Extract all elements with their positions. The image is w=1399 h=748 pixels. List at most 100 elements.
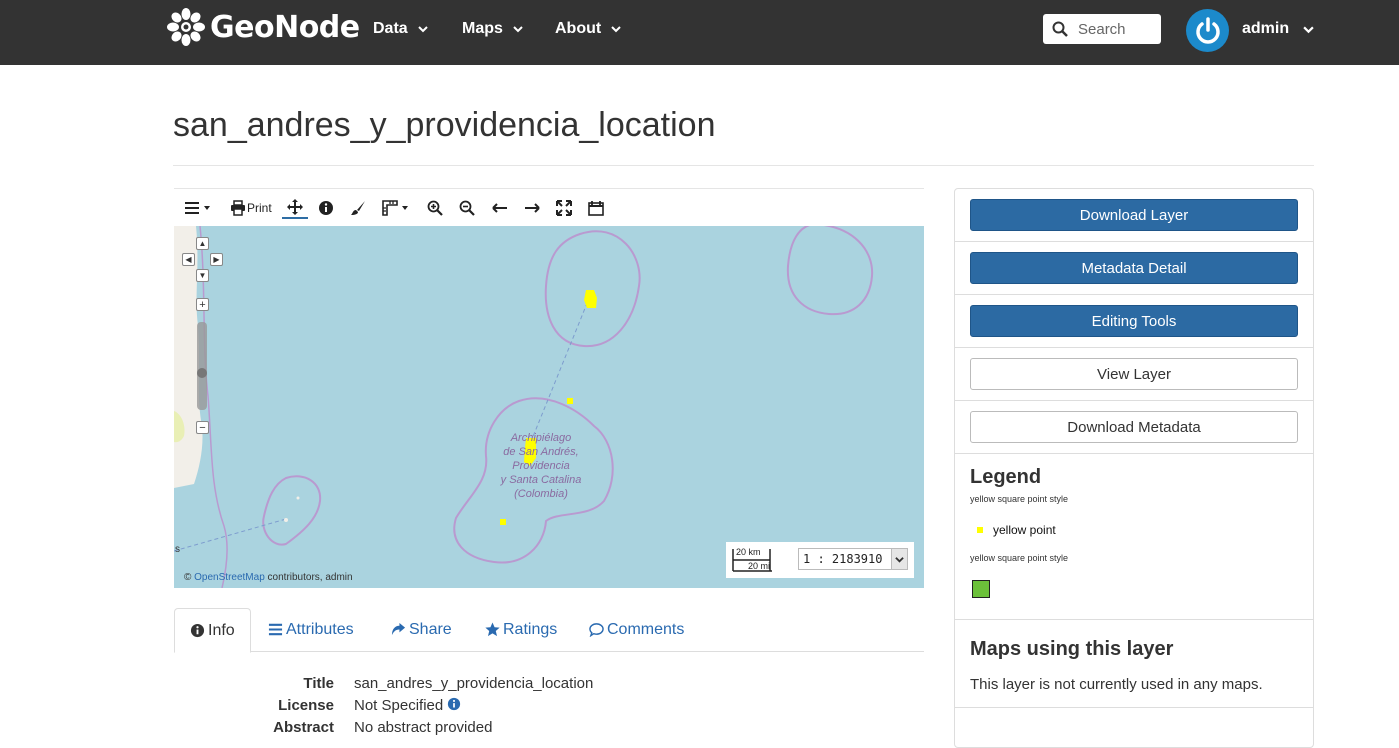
arrow-right-icon: [525, 203, 540, 213]
scale-select[interactable]: 1 : 2183910: [798, 548, 908, 570]
side-section: View Layer: [955, 348, 1313, 401]
side-section: Editing Tools: [955, 295, 1313, 348]
nav-data-menu[interactable]: Data: [373, 20, 428, 38]
chevron-down-icon: [611, 26, 621, 33]
zoom-slider[interactable]: [197, 322, 207, 410]
search-box: [1043, 14, 1161, 44]
pan-right-button[interactable]: ▶: [210, 253, 223, 266]
zoom-out-button[interactable]: [459, 197, 475, 219]
next-extent-button[interactable]: [524, 197, 540, 219]
pan-down-button[interactable]: ▼: [196, 269, 209, 282]
move-arrows-icon: [287, 199, 303, 215]
info-value: san_andres_y_providencia_location: [354, 675, 594, 692]
side-section: Download Layer: [955, 189, 1313, 242]
feature-point[interactable]: [567, 398, 573, 404]
ruler-icon: [382, 200, 398, 216]
region-label-line: Archipiélago: [510, 432, 572, 444]
avatar[interactable]: [1186, 9, 1229, 52]
tab-attributes-label: Attributes: [286, 621, 354, 638]
brand-logo[interactable]: GeoNode: [166, 6, 360, 48]
map-drawing: [174, 226, 874, 588]
region-label: Archipiélago de San Andrés, Providencia …: [496, 431, 586, 501]
metadata-detail-button[interactable]: Metadata Detail: [970, 252, 1298, 284]
view-layer-button[interactable]: View Layer: [970, 358, 1298, 390]
zoom-out-map-button[interactable]: −: [196, 421, 209, 434]
legend-item: yellow point: [977, 523, 1056, 537]
tab-ratings-label: Ratings: [503, 621, 558, 638]
tab-info-label: Info: [208, 622, 235, 639]
previous-extent-button[interactable]: [492, 197, 508, 219]
zoom-in-button[interactable]: [427, 197, 443, 219]
menu-dropdown-button[interactable]: [184, 197, 211, 219]
dashed-maritime-line: [529, 295, 591, 445]
info-value: Not Specified: [354, 697, 461, 714]
measure-dropdown-button[interactable]: [382, 197, 409, 219]
expand-icon: [556, 200, 572, 216]
identify-button[interactable]: [318, 197, 334, 219]
map-canvas[interactable]: Archipiélago de San Andrés, Providencia …: [174, 226, 924, 588]
geonode-flower-icon: [167, 8, 205, 46]
pan-tool-button[interactable]: [282, 197, 308, 219]
nav-maps-label: Maps: [462, 20, 503, 37]
map-widget: Print Archipiélago de San Andrés, Provid…: [174, 188, 924, 588]
timeline-button[interactable]: [588, 197, 604, 219]
list-icon: [268, 623, 283, 636]
info-circle-icon[interactable]: [447, 697, 461, 711]
hamburger-icon: [185, 202, 199, 214]
region-label-line: de San Andrés,: [503, 446, 579, 458]
maps-using-text: This layer is not currently used in any …: [970, 676, 1263, 693]
edge-label: s: [175, 544, 180, 555]
print-button[interactable]: Print: [230, 197, 272, 219]
info-key: Abstract: [273, 719, 334, 736]
user-menu[interactable]: admin: [1242, 20, 1314, 38]
search-icon[interactable]: [1052, 21, 1068, 37]
region-label-line: (Colombia): [514, 488, 568, 500]
print-label: Print: [247, 201, 272, 215]
maps-using-title: Maps using this layer: [970, 638, 1174, 660]
islet: [284, 518, 288, 522]
top-navbar: GeoNode Data Maps About admin: [0, 0, 1399, 65]
comment-icon: [589, 623, 604, 637]
scale-control: 20 km 20 mi 1 : 2183910: [726, 542, 914, 578]
star-icon: [485, 622, 500, 637]
download-metadata-button[interactable]: Download Metadata: [970, 411, 1298, 443]
full-extent-button[interactable]: [556, 197, 572, 219]
nav-maps-menu[interactable]: Maps: [462, 20, 523, 38]
zoom-slider-handle[interactable]: [197, 368, 207, 378]
paint-brush-icon: [351, 201, 365, 215]
dashed-maritime-line: [174, 518, 287, 552]
info-value: No abstract provided: [354, 719, 493, 736]
tab-ratings[interactable]: Ratings: [470, 608, 572, 652]
pan-left-button[interactable]: ◀: [182, 253, 195, 266]
caret-down-icon: [204, 206, 210, 210]
editing-tools-button[interactable]: Editing Tools: [970, 305, 1298, 337]
nav-about-menu[interactable]: About: [555, 20, 621, 38]
license-value: Not Specified: [354, 697, 444, 714]
zoom-in-map-button[interactable]: +: [196, 298, 209, 311]
east-boundary: [786, 226, 874, 316]
zoom-out-icon: [459, 200, 475, 216]
download-layer-button[interactable]: Download Layer: [970, 199, 1298, 231]
osm-link[interactable]: OpenStreetMap: [194, 572, 265, 583]
legend-caption: yellow square point style: [970, 553, 1069, 563]
tab-share-label: Share: [409, 621, 452, 638]
search-input[interactable]: [1078, 20, 1158, 38]
side-section: Download Metadata: [955, 401, 1313, 454]
scale-select-value: 1 : 2183910: [803, 552, 883, 566]
style-button[interactable]: [350, 197, 366, 219]
tab-info[interactable]: Info: [174, 608, 251, 653]
southwest-boundary: [262, 475, 322, 546]
tab-share[interactable]: Share: [376, 608, 467, 652]
pan-up-button[interactable]: ▲: [196, 237, 209, 250]
feature-point[interactable]: [500, 519, 506, 525]
tab-attributes[interactable]: Attributes: [253, 608, 369, 652]
map-toolbar: Print: [174, 189, 924, 226]
legend-item-label: yellow point: [993, 523, 1056, 537]
tab-comments[interactable]: Comments: [574, 608, 699, 652]
info-circle-icon: [190, 623, 205, 638]
chevron-down-icon: [891, 549, 907, 569]
info-circle-icon: [319, 201, 333, 215]
chevron-down-icon: [417, 26, 428, 33]
region-label-line: Providencia: [512, 460, 570, 472]
nav-about-label: About: [555, 20, 602, 37]
